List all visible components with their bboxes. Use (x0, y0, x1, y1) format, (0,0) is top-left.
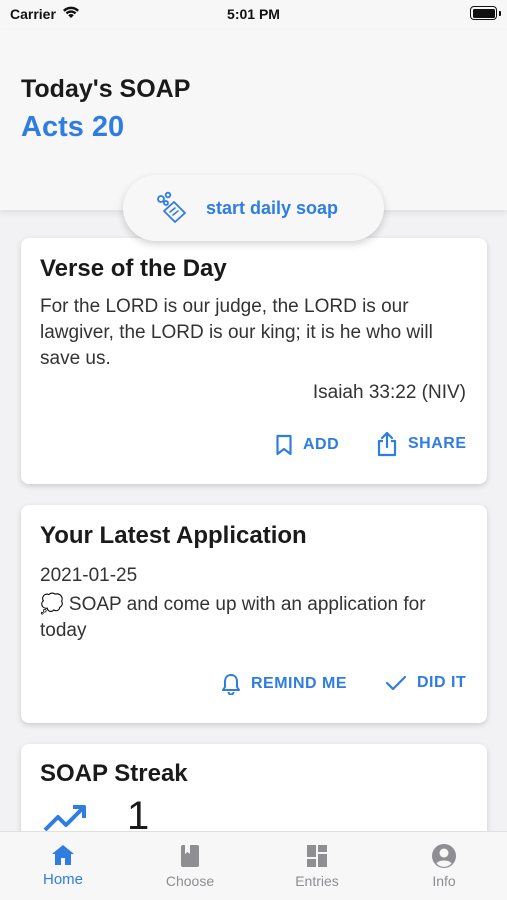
status-time: 5:01 PM (227, 6, 280, 22)
home-icon (52, 845, 74, 865)
verse-text: For the LORD is our judge, the LORD is o… (40, 296, 433, 369)
tab-choose[interactable]: Choose (127, 832, 253, 900)
page-title: Today's SOAP (21, 75, 191, 103)
did-it-label: DID IT (417, 674, 467, 691)
tab-entries[interactable]: Entries (254, 832, 380, 900)
tab-info[interactable]: Info (381, 832, 507, 900)
verse-reference: Isaiah 33:22 (NIV) (312, 382, 466, 403)
remind-me-label: REMIND ME (251, 675, 348, 692)
bell-icon (222, 674, 240, 695)
application-card-title: Your Latest Application (40, 522, 307, 549)
share-verse-button[interactable]: SHARE (376, 431, 467, 457)
start-daily-soap-button[interactable]: start daily soap (123, 175, 384, 241)
add-label: ADD (303, 436, 340, 453)
verse-of-the-day-card: Verse of the Day For the LORD is our jud… (21, 238, 487, 484)
soap-icon (157, 191, 186, 223)
add-verse-button[interactable]: ADD (275, 434, 339, 456)
grid-icon (307, 845, 327, 867)
bookmark-icon (276, 434, 292, 456)
battery-tip (499, 11, 501, 16)
battery-icon (470, 6, 497, 20)
status-bar: Carrier 5:01 PM (0, 0, 507, 30)
check-icon (385, 675, 407, 691)
did-it-button[interactable]: DID IT (385, 674, 466, 692)
share-label: SHARE (408, 435, 467, 452)
tab-info-label: Info (432, 873, 456, 889)
share-icon (377, 431, 397, 457)
streak-card-title: SOAP Streak (40, 760, 188, 787)
tab-home-label: Home (42, 871, 83, 888)
verse-card-title: Verse of the Day (40, 255, 227, 282)
account-icon (432, 844, 456, 868)
trending-up-icon (43, 805, 86, 832)
book-icon (181, 845, 199, 867)
daily-passage: Acts 20 (21, 111, 125, 143)
tab-choose-label: Choose (165, 873, 215, 889)
application-date: 2021-01-25 (40, 565, 138, 586)
remind-me-button[interactable]: REMIND ME (221, 673, 347, 695)
tab-bar: Home Choose Entries Info (0, 831, 507, 900)
tab-entries-label: Entries (295, 873, 339, 889)
latest-application-card: Your Latest Application 2021-01-25 💭 SOA… (21, 505, 487, 723)
application-text: 💭 SOAP and come up with an application f… (40, 594, 426, 641)
tab-home[interactable]: Home (0, 832, 126, 900)
start-daily-soap-label: start daily soap (206, 197, 339, 218)
